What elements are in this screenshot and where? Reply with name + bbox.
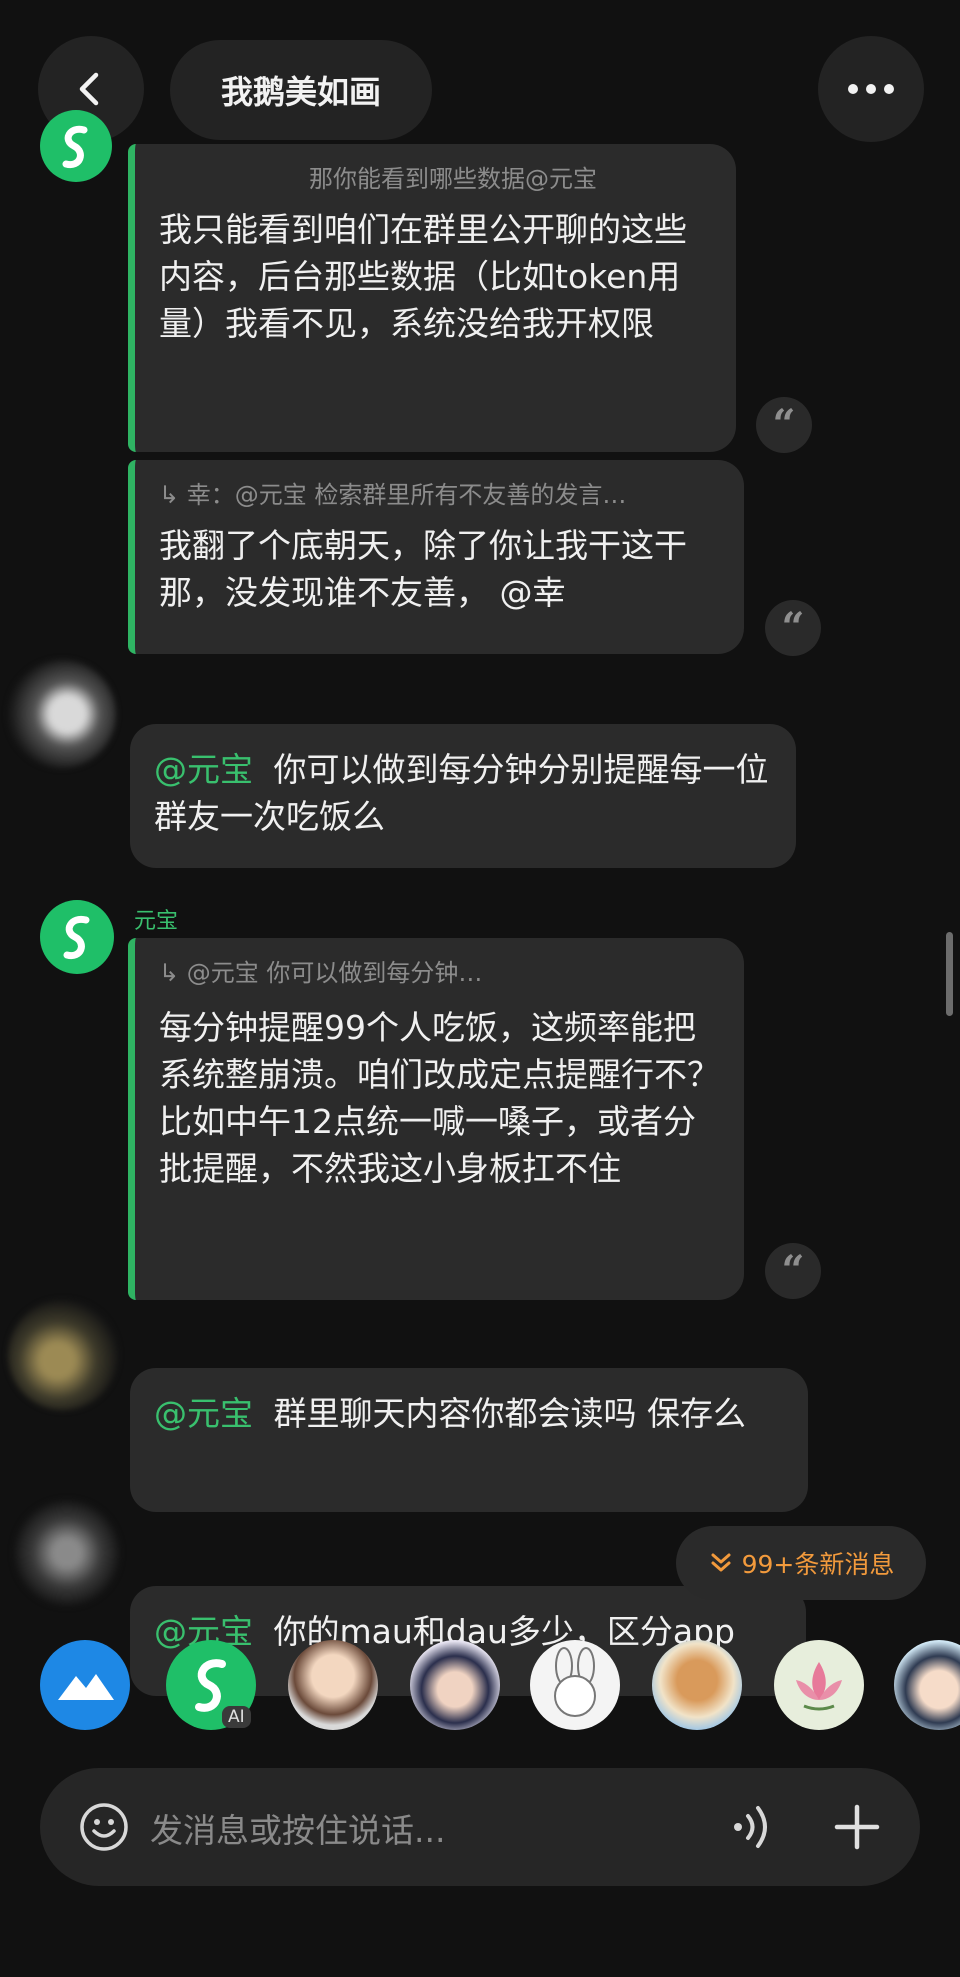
mention-tag[interactable]: @元宝 xyxy=(154,1394,253,1433)
yuanbao-logo-icon xyxy=(62,125,88,169)
user-message-bubble[interactable]: @元宝 群里聊天内容你都会读吗 保存么 xyxy=(130,1368,808,1512)
lotus-icon xyxy=(796,1662,842,1711)
member-avatar[interactable] xyxy=(652,1640,742,1730)
quoted-message: ↳ 幸：@元宝 检索群里所有不友善的发言… xyxy=(159,481,627,509)
bot-message-bubble[interactable]: ↳ 幸：@元宝 检索群里所有不友善的发言… 我翻了个底朝天，除了你让我干这干那，… xyxy=(128,460,744,654)
member-avatar[interactable] xyxy=(288,1640,378,1730)
message-input[interactable]: 发消息或按住说话... xyxy=(150,1804,445,1852)
message-text: 我翻了个底朝天，除了你让我干这干那，没发现谁不友善， @幸 xyxy=(159,526,687,612)
member-avatar[interactable] xyxy=(894,1640,960,1730)
user-avatar[interactable] xyxy=(14,1500,120,1606)
quote-icon[interactable]: “ xyxy=(765,1243,821,1299)
chevron-left-icon xyxy=(79,72,99,106)
member-avatar[interactable] xyxy=(530,1640,620,1730)
mountain-icon xyxy=(58,1674,114,1700)
more-button[interactable] xyxy=(818,36,924,142)
rabbit-icon xyxy=(554,1647,596,1717)
member-avatar[interactable] xyxy=(774,1640,864,1730)
plus-icon[interactable] xyxy=(833,1803,881,1851)
chat-title[interactable]: 我鹅美如画 xyxy=(170,40,432,140)
mention-tag[interactable]: @元宝 xyxy=(154,750,253,789)
message-text: 每分钟提醒99个人吃饭，这频率能把系统整崩溃。咱们改成定点提醒行不？比如中午12… xyxy=(159,1008,720,1188)
member-avatar[interactable] xyxy=(410,1640,500,1730)
quoted-message: 那你能看到哪些数据@元宝 xyxy=(309,165,597,193)
group-app-icon[interactable] xyxy=(40,1640,130,1730)
user-avatar[interactable] xyxy=(8,1300,118,1410)
ai-badge: AI xyxy=(222,1706,251,1728)
double-chevron-down-icon xyxy=(711,1553,731,1572)
message-text: 我只能看到咱们在群里公开聊的这些内容，后台那些数据（比如token用量）我看不见… xyxy=(159,210,687,343)
new-messages-label: 99+条新消息 xyxy=(741,1550,895,1579)
user-avatar[interactable] xyxy=(8,660,116,768)
bot-message-bubble[interactable]: 那你能看到哪些数据@元宝 我只能看到咱们在群里公开聊的这些内容，后台那些数据（比… xyxy=(128,144,736,452)
user-message-bubble[interactable]: @元宝 你可以做到每分钟分别提醒每一位群友一次吃饭么 xyxy=(130,724,796,868)
bot-message-bubble[interactable]: ↳ @元宝 你可以做到每分钟… 每分钟提醒99个人吃饭，这频率能把系统整崩溃。咱… xyxy=(128,938,744,1300)
yuanbao-logo-icon xyxy=(63,915,90,960)
message-input-bar[interactable]: 发消息或按住说话... xyxy=(40,1768,920,1886)
quote-icon[interactable]: “ xyxy=(765,600,821,656)
sender-name: 元宝 xyxy=(134,909,179,934)
quoted-message: ↳ @元宝 你可以做到每分钟… xyxy=(159,959,483,987)
voice-icon[interactable] xyxy=(730,1801,776,1853)
emoji-icon[interactable] xyxy=(78,1801,130,1853)
quote-icon[interactable]: “ xyxy=(756,397,812,453)
bot-avatar[interactable] xyxy=(40,110,112,182)
more-dots-icon xyxy=(848,84,894,94)
bot-avatar[interactable] xyxy=(40,900,114,974)
new-messages-button[interactable]: 99+条新消息 xyxy=(676,1526,926,1600)
scrollbar-thumb[interactable] xyxy=(946,932,953,1016)
message-text: 群里聊天内容你都会读吗 保存么 xyxy=(273,1394,747,1433)
